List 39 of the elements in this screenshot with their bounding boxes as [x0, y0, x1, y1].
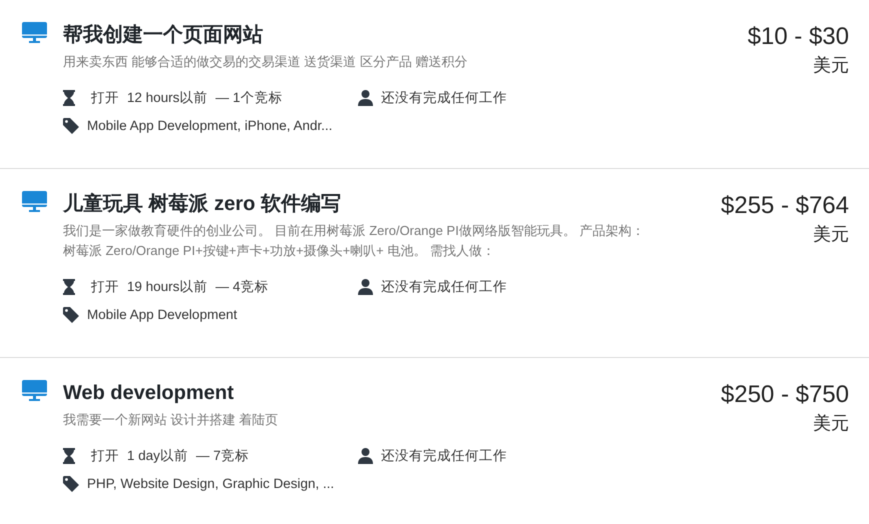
project-description: 我们是一家做教育硬件的创业公司。 目前在用树莓派 Zero/Orange PI做网络版智能玩具。 产品架构：树莓派 Zero/Orange PI+按键+声卡+功放+摄像头+喇叭+ 电池。 需找人做：	[63, 222, 646, 260]
employer-history: 还没有完成任何工作	[381, 89, 507, 107]
hourglass-icon	[63, 279, 75, 295]
tag-icon	[63, 118, 79, 134]
monitor-icon	[22, 191, 47, 213]
project-title[interactable]: 帮我创建一个页面网站	[63, 22, 732, 48]
bid-count: — 7竞标	[196, 447, 249, 465]
person-icon	[358, 90, 373, 106]
bid-count: — 4竞标	[216, 278, 268, 296]
posted-time: 12 hours以前	[127, 89, 208, 107]
monitor-icon	[22, 22, 47, 44]
project-description: 我需要一个新网站 设计并搭建 着陆页	[63, 411, 280, 429]
posted-time: 1 day以前	[127, 447, 188, 465]
project-title[interactable]: Web development	[63, 380, 705, 406]
skills-list: Mobile App Development, iPhone, Andr...	[87, 116, 332, 136]
status-text: 打开	[91, 278, 119, 296]
tag-icon	[63, 307, 79, 323]
employer-history: 还没有完成任何工作	[381, 447, 507, 465]
person-icon	[358, 279, 373, 295]
project-title[interactable]: 儿童玩具 树莓派 zero 软件编写	[63, 191, 705, 217]
currency-label: 美元	[813, 224, 849, 244]
budget-range: $250 - $750	[720, 381, 849, 408]
tag-icon	[63, 476, 79, 492]
bid-count: — 1个竞标	[216, 89, 282, 107]
project-description: 用来卖东西 能够合适的做交易的交易渠道 送货渠道 区分产品 赠送积分	[63, 53, 468, 71]
monitor-icon	[22, 380, 47, 402]
hourglass-icon	[63, 90, 75, 106]
budget-range: $10 - $30	[748, 23, 849, 50]
employer-history: 还没有完成任何工作	[381, 278, 507, 296]
hourglass-icon	[63, 448, 75, 464]
skills-list: Mobile App Development	[87, 305, 238, 325]
status-text: 打开	[91, 447, 119, 465]
skills-list: PHP, Website Design, Graphic Design, ...	[87, 474, 334, 494]
posted-time: 19 hours以前	[127, 278, 208, 296]
currency-label: 美元	[813, 55, 849, 75]
status-text: 打开	[91, 89, 119, 107]
currency-label: 美元	[813, 413, 849, 433]
budget-range: $255 - $764	[720, 192, 849, 219]
person-icon	[358, 448, 373, 464]
